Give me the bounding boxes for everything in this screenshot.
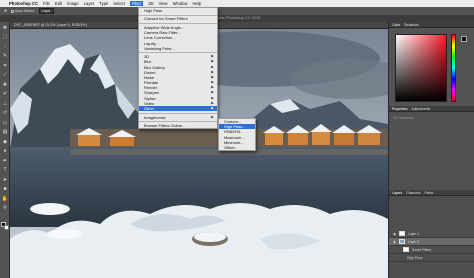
hand-tool-icon[interactable]: ✋: [1, 195, 9, 203]
menu-bar: Photoshop CC File Edit Image Layer Type …: [0, 0, 474, 7]
menu-separator: [139, 112, 217, 114]
layer-name: Layer 1: [407, 231, 420, 236]
shape-tool-icon[interactable]: ■: [1, 185, 9, 193]
tab-paths[interactable]: Paths: [425, 190, 434, 195]
menu-type[interactable]: Type: [99, 1, 108, 6]
app-name-menu[interactable]: Photoshop CC: [9, 1, 38, 6]
type-tool-icon[interactable]: T: [1, 166, 9, 174]
layer-thumbnail: [398, 231, 405, 236]
other-submenu-item[interactable]: Offset...: [219, 145, 255, 150]
filter-menu-item[interactable]: Vanishing Point...: [139, 46, 217, 51]
foreground-color-chip[interactable]: [461, 36, 467, 42]
properties-empty-text: No Properties: [393, 116, 414, 120]
properties-panel-tabs: Properties Adjustments: [389, 106, 474, 112]
filter-menu-item[interactable]: Other ▶: [139, 106, 217, 112]
quick-select-tool-icon[interactable]: ✎: [1, 52, 9, 60]
menu-help[interactable]: Help: [193, 1, 202, 6]
filter-menu-item[interactable]: High Pass: [139, 8, 217, 13]
marquee-tool-icon[interactable]: ⬚: [1, 33, 9, 41]
visibility-eye-icon[interactable]: ◉: [393, 232, 396, 236]
healing-brush-tool-icon[interactable]: ✚: [1, 81, 9, 89]
properties-panel: Properties Adjustments No Properties: [389, 106, 474, 190]
auto-select-label: Auto-Select:: [15, 9, 35, 13]
blur-tool-icon[interactable]: ◆: [1, 138, 9, 146]
filter-menu-item[interactable]: Browse Filters Online...: [139, 123, 217, 128]
menu-item-label: Offset...: [224, 144, 238, 150]
layer-name: Layer 0: [407, 239, 420, 244]
menu-image[interactable]: Image: [67, 1, 79, 6]
menu-file[interactable]: File: [43, 1, 50, 6]
smart-filters-label: Smart Filters: [412, 247, 432, 252]
menu-item-label: Imagenomic: [144, 114, 166, 120]
layer-row[interactable]: ◉ Layer 1: [389, 230, 474, 238]
high-pass-filter-row[interactable]: High Pass: [389, 254, 474, 262]
tab-layers[interactable]: Layers: [392, 190, 402, 195]
submenu-arrow-icon: ▶: [211, 114, 214, 119]
pen-tool-icon[interactable]: ✒: [1, 157, 9, 165]
visibility-eye-icon[interactable]: ◉: [393, 240, 396, 244]
other-submenu: Custom... High Pass... HSB/HSL Maximum... Mi…: [218, 118, 256, 152]
layer-row-selected[interactable]: ◉ Layer 0: [389, 238, 474, 246]
color-panel: Color Swatches: [389, 22, 474, 106]
menu-view[interactable]: View: [159, 1, 168, 6]
options-bar: ✥ Auto-Select: Layer: [0, 7, 474, 15]
menu-separator: [139, 23, 217, 24]
tab-properties[interactable]: Properties: [392, 106, 407, 111]
menu-separator: [139, 14, 217, 16]
auto-select-target-dropdown[interactable]: Layer: [38, 8, 54, 14]
menu-3d[interactable]: 3D: [148, 1, 153, 6]
tab-swatches[interactable]: Swatches: [404, 22, 419, 27]
menu-item-label: Vanishing Point...: [144, 45, 175, 51]
auto-select-checkbox[interactable]: Auto-Select:: [11, 9, 35, 13]
submenu-arrow-icon: ▶: [211, 106, 214, 111]
filter-menu: High Pass Convert for Smart Filters Adapti…: [138, 7, 218, 130]
filter-menu-item[interactable]: Imagenomic ▶: [139, 115, 217, 120]
lasso-tool-icon[interactable]: ◌: [1, 43, 9, 51]
layers-panel: Layers Channels Paths ◉ Layer 1 ◉ Layer …: [389, 190, 474, 278]
menu-item-label: High Pass: [144, 8, 163, 13]
eyedropper-tool-icon[interactable]: ⁄: [1, 71, 9, 79]
smart-filter-mask-thumbnail: [403, 247, 409, 252]
zoom-tool-icon[interactable]: ⚲: [1, 204, 9, 212]
history-brush-tool-icon[interactable]: ↺: [1, 109, 9, 117]
menu-item-label: Other: [144, 106, 155, 112]
path-select-tool-icon[interactable]: ➤: [1, 176, 9, 184]
filter-menu-item[interactable]: Convert for Smart Filters: [139, 16, 217, 21]
dodge-tool-icon[interactable]: ●: [1, 147, 9, 155]
layers-options-area: [389, 196, 474, 230]
hue-slider[interactable]: [451, 34, 456, 102]
high-pass-label: High Pass: [407, 255, 423, 260]
tab-adjustments[interactable]: Adjustments: [411, 106, 430, 111]
move-tool-icon: ✥: [4, 9, 8, 13]
tab-color[interactable]: Color: [392, 22, 400, 27]
crop-tool-icon[interactable]: ⌗: [1, 62, 9, 70]
menu-filter[interactable]: Filter: [129, 1, 144, 6]
color-panel-tabs: Color Swatches: [389, 22, 474, 28]
tab-channels[interactable]: Channels: [406, 190, 420, 195]
background-color-swatch[interactable]: [3, 224, 9, 230]
menu-item-label: Browse Filters Online...: [144, 122, 186, 128]
eraser-tool-icon[interactable]: ▭: [1, 119, 9, 127]
window-title: Adobe Photoshop CC 2018: [0, 15, 474, 22]
menu-separator: [139, 121, 217, 122]
menu-window[interactable]: Window: [173, 1, 188, 6]
color-picker-field[interactable]: [395, 34, 447, 102]
gradient-tool-icon[interactable]: ▤: [1, 128, 9, 136]
menu-item-label: Convert for Smart Filters: [144, 16, 188, 22]
brush-tool-icon[interactable]: ✐: [1, 90, 9, 98]
menu-layer[interactable]: Layer: [84, 1, 94, 6]
layer-thumbnail: [398, 239, 405, 244]
menu-select[interactable]: Select: [113, 1, 125, 6]
smart-filters-row[interactable]: Smart Filters: [389, 246, 474, 254]
move-tool-icon[interactable]: ✥: [1, 24, 9, 32]
clone-stamp-tool-icon[interactable]: ⊥: [1, 100, 9, 108]
tools-panel: ✥ ⬚ ◌ ✎ ⌗ ⁄ ✚ ✐ ⊥ ↺ ▭ ▤ ◆ ● ✒ T ➤ ■ ✋ ⚲: [0, 22, 10, 278]
menu-edit[interactable]: Edit: [55, 1, 62, 6]
right-panels: Color Swatches Properties Adjustments No…: [388, 22, 474, 278]
menu-separator: [139, 52, 217, 53]
